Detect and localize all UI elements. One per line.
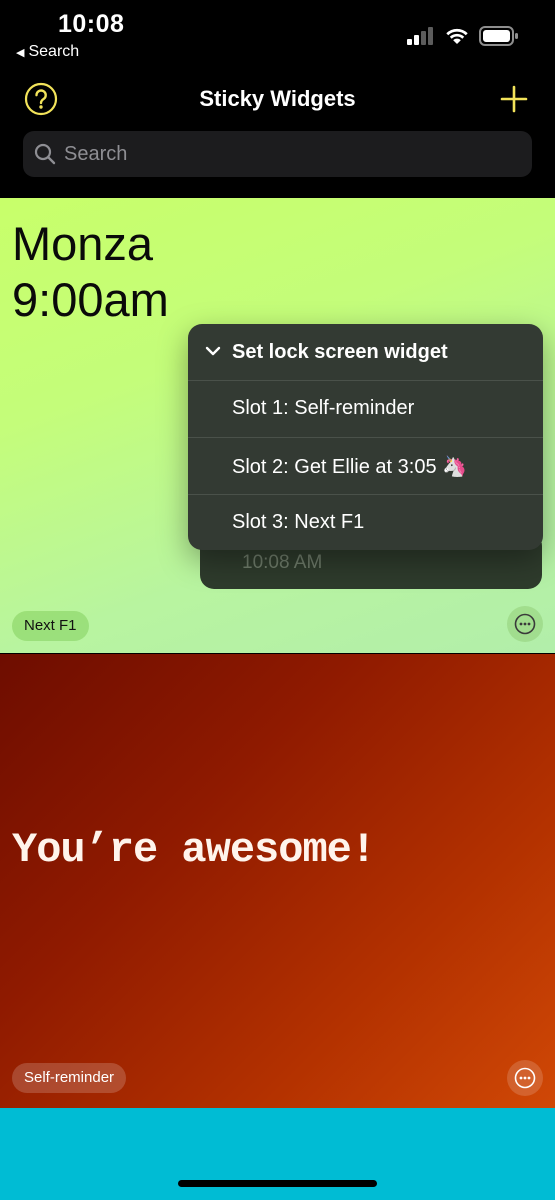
cellular-signal-icon	[407, 27, 433, 45]
back-chevron-icon: ◀	[16, 46, 25, 59]
widget-card-line: 9:00am	[12, 273, 169, 326]
menu-item-slot-1[interactable]: Slot 1: Self-reminder	[188, 381, 543, 438]
back-link-label: Search	[28, 43, 80, 60]
lock-screen-widget-menu: Set lock screen widget Slot 1: Self-remi…	[188, 324, 543, 550]
widget-card-line: Monza	[12, 217, 154, 270]
widget-tag: Next F1	[12, 611, 89, 641]
widget-card-self-reminder[interactable]: You’re awesome! Self-reminder	[0, 654, 555, 1108]
navigation-bar: Sticky Widgets	[0, 70, 555, 128]
more-options-button[interactable]	[507, 606, 543, 642]
widget-preview-time: 10:08 AM	[242, 552, 323, 573]
menu-title: Set lock screen widget	[232, 341, 448, 363]
ellipsis-circle-icon	[514, 613, 536, 635]
wifi-icon	[446, 28, 468, 44]
more-options-button[interactable]	[507, 1060, 543, 1096]
ellipsis-circle-icon	[514, 1067, 536, 1089]
menu-header[interactable]: Set lock screen widget	[188, 324, 543, 381]
status-icons	[407, 26, 519, 46]
widget-card-text: You’re awesome!	[12, 826, 376, 874]
back-to-search-link[interactable]: ◀ Search	[16, 43, 79, 61]
search-field[interactable]: Search	[23, 131, 532, 177]
plus-icon	[500, 85, 528, 113]
add-widget-button[interactable]	[497, 82, 531, 116]
home-indicator[interactable]	[178, 1180, 377, 1187]
widget-tag: Self-reminder	[12, 1063, 127, 1093]
page-title: Sticky Widgets	[199, 86, 356, 111]
menu-item-label: Slot 1: Self-reminder	[232, 397, 415, 419]
menu-item-label: Slot 2: Get Ellie at 3:05 🦄	[232, 456, 468, 478]
chevron-down-icon	[205, 346, 221, 356]
status-time: 10:08	[58, 10, 125, 38]
status-bar: 10:08 ◀ Search	[0, 0, 555, 70]
menu-item-slot-2[interactable]: Slot 2: Get Ellie at 3:05 🦄	[188, 438, 543, 495]
menu-item-slot-3[interactable]: Slot 3: Next F1	[188, 495, 543, 550]
search-icon	[34, 143, 56, 165]
app-screen: 10:08 ◀ Search Sticky Widgets Search Mon…	[0, 0, 555, 1200]
battery-icon	[479, 26, 518, 46]
widget-card-text: Monza 9:00am	[12, 216, 169, 328]
menu-item-label: Slot 3: Next F1	[232, 511, 365, 533]
search-placeholder: Search	[64, 142, 128, 165]
